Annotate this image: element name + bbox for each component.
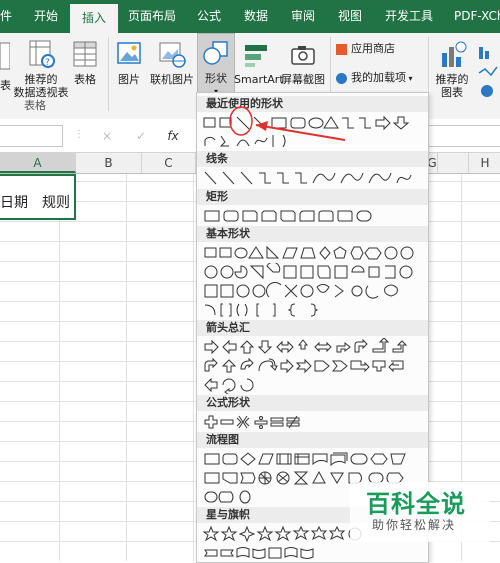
watermark-subtitle: 助你轻松解决 [372, 518, 457, 532]
highlight-arrow-head [256, 121, 268, 131]
highlight-circle [229, 106, 253, 136]
watermark: 百科全说 助你轻松解决 [350, 482, 490, 542]
highlight-arrow-shaft [255, 124, 346, 141]
watermark-title: 百科全说 [366, 490, 466, 518]
annotation-overlay [229, 106, 346, 141]
